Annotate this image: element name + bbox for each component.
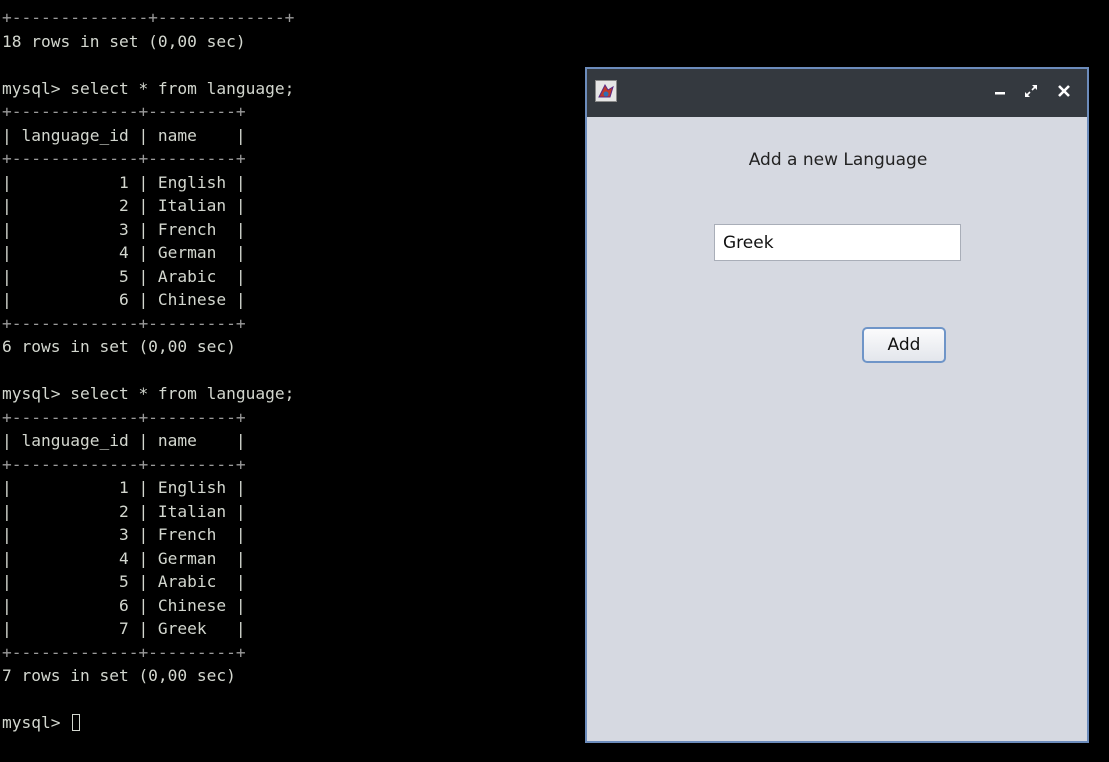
close-icon[interactable] <box>1053 79 1075 103</box>
terminal-line: mysql> select * from language; <box>2 384 295 403</box>
terminal-line: +-------------+---------+ <box>2 454 246 474</box>
terminal-line: +-------------+---------+ <box>2 313 246 333</box>
terminal-line: +-------------+---------+ <box>2 642 246 662</box>
terminal-line: | 3 | French | <box>2 219 246 239</box>
terminal-line: mysql> select * from language; <box>2 78 295 98</box>
terminal-line: | 1 | English | <box>2 172 246 192</box>
dialog-titlebar[interactable] <box>587 69 1087 117</box>
terminal-line: | 2 | Italian | <box>2 196 246 215</box>
terminal-line: | language_id | name | <box>2 125 246 145</box>
terminal-prompt: mysql> <box>2 711 81 735</box>
terminal-line: | 5 | Arabic | <box>2 266 246 286</box>
language-name-input[interactable] <box>714 224 961 261</box>
terminal-line: | 3 | French | <box>2 525 246 544</box>
terminal-line: +-------------+---------+ <box>2 102 246 121</box>
terminal-line: | language_id | name | <box>2 431 246 450</box>
terminal-line: +-------------+---------+ <box>2 149 246 168</box>
terminal-line: | 2 | Italian | <box>2 501 246 521</box>
terminal-line: +-------------+---------+ <box>2 407 246 427</box>
java-app-icon <box>595 80 617 102</box>
terminal-line: | 6 | Chinese | <box>2 595 246 615</box>
terminal-line: +--------------+-------------+ <box>2 8 295 27</box>
terminal-cursor <box>72 714 81 731</box>
terminal-line: 7 rows in set (0,00 sec) <box>2 666 236 685</box>
add-button[interactable]: Add <box>862 327 946 363</box>
add-language-dialog: Add a new Language Add <box>585 67 1089 743</box>
dialog-heading: Add a new Language <box>748 150 928 170</box>
terminal-line: | 7 | Greek | <box>2 619 246 638</box>
minimize-icon[interactable] <box>989 79 1011 103</box>
terminal-line: | 6 | Chinese | <box>2 290 246 309</box>
terminal-line: 18 rows in set (0,00 sec) <box>2 31 246 51</box>
terminal-line: | 4 | German | <box>2 243 246 262</box>
terminal-line: 6 rows in set (0,00 sec) <box>2 337 236 356</box>
terminal-line: | 1 | English | <box>2 478 246 497</box>
maximize-icon[interactable] <box>1020 79 1042 103</box>
terminal-line: | 5 | Arabic | <box>2 572 246 591</box>
dialog-content: Add a new Language Add <box>587 117 1087 741</box>
terminal-line: | 4 | German | <box>2 548 246 568</box>
